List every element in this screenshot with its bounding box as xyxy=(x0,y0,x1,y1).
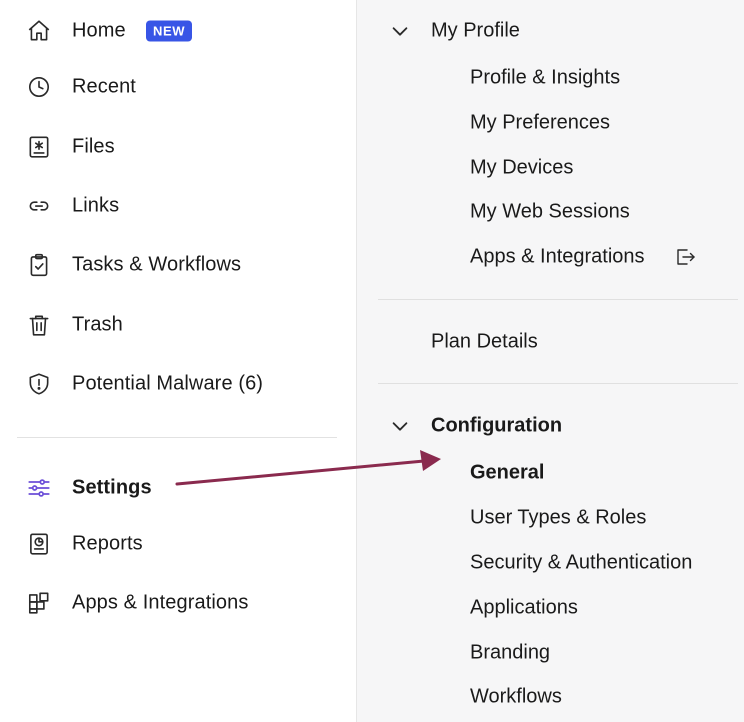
menu-item-profile-insights[interactable]: Profile & Insights xyxy=(357,61,744,95)
shield-alert-icon xyxy=(26,371,52,397)
clock-icon xyxy=(26,74,52,100)
sidebar-item-label: Potential Malware (6) xyxy=(72,372,264,395)
files-icon xyxy=(26,134,52,160)
sliders-icon xyxy=(26,475,52,501)
menu-item-label: Security & Authentication xyxy=(470,551,693,574)
menu-item-applications[interactable]: Applications xyxy=(357,591,744,625)
sidebar-item-label: Trash xyxy=(72,313,123,336)
sidebar-item-reports[interactable]: Reports xyxy=(0,524,356,564)
menu-item-label: Applications xyxy=(470,596,578,619)
menu-item-label: Branding xyxy=(470,641,551,664)
section-label: My Profile xyxy=(431,19,520,42)
menu-item-label: Apps & Integrations xyxy=(470,245,645,268)
menu-item-label: My Devices xyxy=(470,156,574,179)
sidebar-item-settings[interactable]: Settings xyxy=(0,468,356,508)
sidebar-item-label: Reports xyxy=(72,532,143,555)
sidebar-item-recent[interactable]: Recent xyxy=(0,67,356,107)
menu-item-label: General xyxy=(470,461,545,484)
menu-item-my-devices[interactable]: My Devices xyxy=(357,151,744,185)
menu-item-label: User Types & Roles xyxy=(470,506,647,529)
section-my-profile[interactable]: My Profile xyxy=(357,13,744,49)
menu-item-apps-integrations[interactable]: Apps & Integrations xyxy=(357,240,744,274)
section-configuration[interactable]: Configuration xyxy=(357,408,744,444)
sidebar-item-label: Recent xyxy=(72,75,136,98)
sidebar-divider xyxy=(17,437,337,438)
sidebar-item-label: Settings xyxy=(72,476,152,499)
menu-item-label: My Web Sessions xyxy=(470,200,630,223)
section-label: Configuration xyxy=(431,414,563,437)
new-badge: NEW xyxy=(146,20,193,42)
sidebar-item-label: Files xyxy=(72,135,115,158)
menu-item-my-preferences[interactable]: My Preferences xyxy=(357,106,744,140)
trash-icon xyxy=(26,312,52,338)
menu-item-user-types-roles[interactable]: User Types & Roles xyxy=(357,501,744,535)
menu-item-security-authentication[interactable]: Security & Authentication xyxy=(357,546,744,580)
link-icon xyxy=(26,193,52,219)
menu-item-branding[interactable]: Branding xyxy=(357,636,744,670)
home-icon xyxy=(26,18,52,44)
section-plan-details[interactable]: Plan Details xyxy=(357,324,744,360)
apps-grid-icon xyxy=(26,590,52,616)
settings-menu-panel: My Profile Profile & Insights My Prefere… xyxy=(356,0,744,722)
menu-item-workflows[interactable]: Workflows xyxy=(357,680,744,714)
sidebar-item-potential-malware[interactable]: Potential Malware (6) xyxy=(0,364,356,404)
sidebar-item-label: Tasks & Workflows xyxy=(72,253,242,276)
menu-item-general[interactable]: General xyxy=(357,456,744,490)
sidebar-item-links[interactable]: Links xyxy=(0,186,356,226)
sidebar-item-tasks-workflows[interactable]: Tasks & Workflows xyxy=(0,245,356,285)
sidebar-item-label: Home xyxy=(72,19,126,42)
report-icon xyxy=(26,531,52,557)
menu-divider xyxy=(378,383,738,384)
sidebar-item-trash[interactable]: Trash xyxy=(0,305,356,345)
sidebar-item-files[interactable]: Files xyxy=(0,127,356,167)
menu-item-label: My Preferences xyxy=(470,111,611,134)
chevron-down-icon xyxy=(392,422,408,431)
sidebar-item-label: Links xyxy=(72,194,120,217)
menu-item-my-web-sessions[interactable]: My Web Sessions xyxy=(357,195,744,229)
chevron-down-icon xyxy=(392,27,408,36)
sidebar-item-home[interactable]: Home NEW xyxy=(0,11,356,51)
sidebar-item-label: Apps & Integrations xyxy=(72,591,249,614)
menu-divider xyxy=(378,299,738,300)
section-label: Plan Details xyxy=(431,330,538,353)
menu-item-label: Workflows xyxy=(470,685,562,708)
sidebar-item-apps-integrations[interactable]: Apps & Integrations xyxy=(0,583,356,623)
external-link-icon xyxy=(677,249,695,265)
menu-item-label: Profile & Insights xyxy=(470,66,621,89)
primary-sidebar: Home NEW Recent Files Links Tasks & Work… xyxy=(0,0,356,722)
clipboard-check-icon xyxy=(26,252,52,278)
